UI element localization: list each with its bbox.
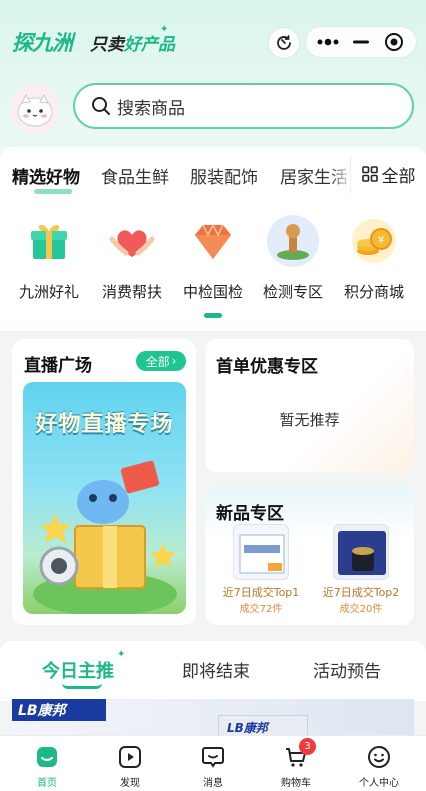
live-all-label: 全部 — [145, 354, 170, 369]
app-logo: 探九洲 — [12, 31, 73, 55]
header: 探九洲 只卖好产品 ✦ — [0, 0, 426, 80]
refresh-icon — [277, 35, 291, 50]
diamond-icon — [187, 215, 239, 267]
shortcut-testing-zone[interactable]: 检测专区 — [251, 215, 335, 302]
tab-label: 个人中心 — [359, 778, 399, 789]
tabs-fade — [330, 147, 352, 201]
live-banner[interactable]: 好物直播专场 — [23, 382, 186, 614]
first-order-card[interactable]: 首单优惠专区 暂无推荐 — [205, 339, 414, 472]
active-tab-indicator — [62, 683, 102, 689]
cart-badge: 3 — [299, 738, 316, 755]
tab-upcoming[interactable]: 活动预告 — [313, 657, 381, 682]
tab-today-featured[interactable]: 今日主推 — [42, 657, 114, 683]
tab-ending-soon[interactable]: 即将结束 — [182, 657, 250, 682]
shortcut-jiuzhou-gifts[interactable]: 九洲好礼 — [7, 215, 91, 302]
product-rank: 近7日成交Top2 — [322, 586, 400, 599]
search-bar[interactable]: 搜索商品 — [73, 83, 414, 129]
play-icon — [117, 744, 143, 770]
bottom-tab-bar: 首页 发现 消息 3 购物车 个人中心 — [0, 735, 426, 791]
tab-fresh-food[interactable]: 食品生鲜 — [101, 163, 169, 188]
home-icon — [34, 744, 60, 770]
shortcut-label: 积分商城 — [343, 283, 404, 301]
slogan-prefix: 只卖 — [90, 35, 124, 55]
cartoon-avatar-icon — [17, 93, 53, 127]
stamp-icon — [267, 215, 319, 267]
search-placeholder: 搜索商品 — [117, 98, 185, 119]
new-products-card[interactable]: 新品专区 近7日成交Top1 成交72件 近7日成交Top2 成交20件 — [205, 486, 414, 625]
search-icon — [92, 97, 110, 115]
slogan-highlight: 好产品 — [124, 35, 175, 55]
product-image — [233, 524, 289, 580]
minus-icon — [352, 40, 369, 44]
live-banner-title: 好物直播专场 — [35, 412, 174, 437]
brand-logo: LB康邦 — [12, 699, 106, 721]
shortcut-grid: 九洲好礼 消费帮扶 中检国检 检测专区 ¥ 积分商城 — [0, 201, 426, 331]
product-image — [333, 524, 389, 580]
heart-hands-icon — [106, 215, 158, 267]
shortcut-points-mall[interactable]: ¥ 积分商城 — [332, 215, 416, 302]
product-rank: 近7日成交Top1 — [222, 586, 300, 599]
close-button[interactable] — [379, 27, 409, 57]
tab-label: 购物车 — [281, 778, 311, 789]
more-dots-icon — [317, 38, 339, 46]
shortcut-consumer-aid[interactable]: 消费帮扶 — [90, 215, 174, 302]
tab-discover[interactable]: 发现 — [95, 744, 165, 789]
shortcut-label: 检测专区 — [262, 283, 323, 301]
gift-box-illustration-icon — [33, 460, 177, 614]
tab-profile[interactable]: 个人中心 — [344, 744, 414, 789]
tab-cart[interactable]: 3 购物车 — [261, 738, 331, 789]
sparkle-icon: ✦ — [117, 649, 126, 660]
grid-icon — [361, 166, 378, 182]
today-tabs: 今日主推 ✦ 即将结束 活动预告 — [0, 641, 426, 701]
smile-icon — [366, 744, 392, 770]
tab-clothing[interactable]: 服装配饰 — [190, 163, 258, 188]
chevron-right-icon: › — [171, 354, 177, 368]
shortcut-label: 消费帮扶 — [101, 283, 162, 301]
coins-icon: ¥ — [348, 215, 400, 267]
first-order-empty: 暂无推荐 — [279, 411, 340, 429]
shortcut-label: 中检国检 — [182, 283, 243, 301]
all-categories-button[interactable]: 全部 — [350, 155, 426, 193]
new-product-item[interactable]: 近7日成交Top2 成交20件 — [311, 524, 411, 615]
message-icon — [200, 744, 226, 770]
active-tab-indicator — [34, 189, 72, 194]
tab-featured[interactable]: 精选好物 — [12, 163, 80, 188]
avatar[interactable] — [10, 84, 60, 134]
target-icon — [384, 33, 403, 51]
miniprogram-capsule — [305, 26, 417, 58]
refresh-button[interactable] — [268, 27, 300, 59]
tab-messages[interactable]: 消息 — [178, 744, 248, 789]
new-products-title: 新品专区 — [216, 504, 284, 524]
page-indicator — [204, 313, 222, 318]
gift-icon — [23, 215, 75, 267]
svg-text:¥: ¥ — [378, 235, 384, 246]
tab-label: 发现 — [120, 778, 140, 789]
tab-home[interactable]: 首页 — [12, 744, 82, 789]
sparkle-icon: ✦ — [160, 24, 169, 35]
tab-label: 消息 — [203, 778, 223, 789]
product-sold: 成交72件 — [239, 604, 283, 615]
live-square-title: 直播广场 — [24, 356, 92, 376]
category-tabs: 精选好物 食品生鲜 服装配饰 居家生活 全部 — [0, 147, 426, 201]
first-order-title: 首单优惠专区 — [216, 357, 318, 377]
product-sold: 成交20件 — [339, 604, 383, 615]
tab-label: 首页 — [37, 778, 57, 789]
all-categories-label: 全部 — [381, 166, 416, 187]
live-all-button[interactable]: 全部 › — [136, 351, 186, 371]
promo-banner[interactable]: LB康邦 LB康邦 — [12, 699, 414, 739]
minimize-button[interactable] — [346, 27, 376, 57]
cart-icon: 3 — [283, 738, 316, 770]
more-button[interactable] — [313, 27, 343, 57]
shortcut-inspection[interactable]: 中检国检 — [171, 215, 255, 302]
shortcut-label: 九洲好礼 — [18, 283, 79, 301]
live-square-card[interactable]: 直播广场 全部 › 好物直播专场 — [12, 339, 196, 625]
new-product-item[interactable]: 近7日成交Top1 成交72件 — [211, 524, 311, 615]
